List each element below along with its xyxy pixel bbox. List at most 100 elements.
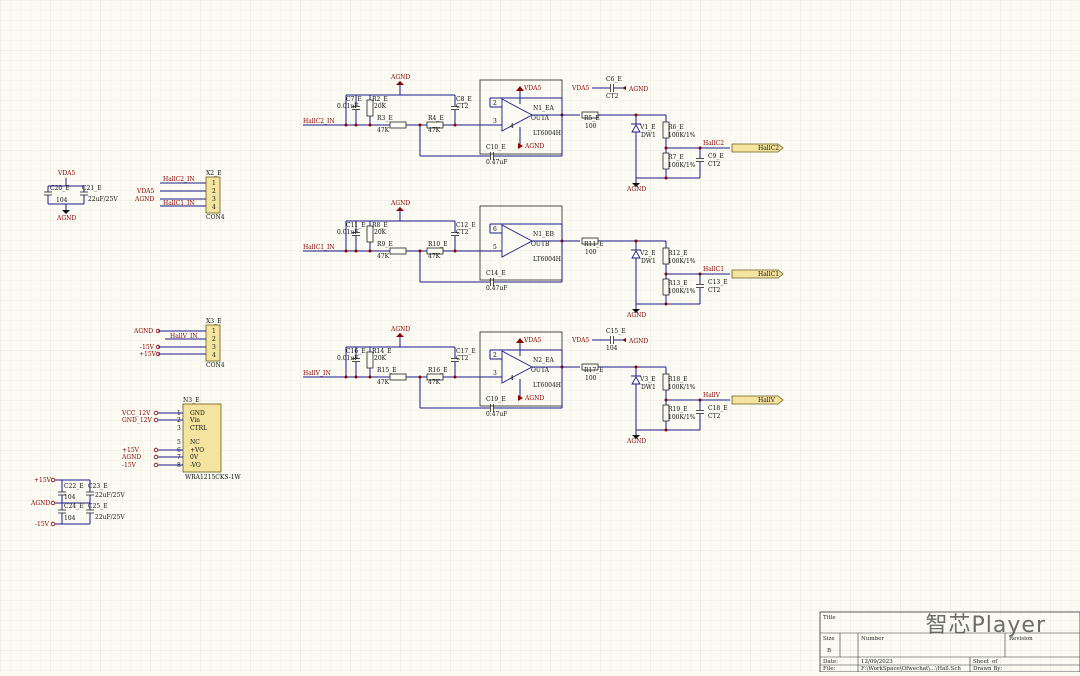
res-r3 — [389, 121, 407, 129]
opamp-ref: N1_EA — [533, 105, 554, 112]
x2-ref: X2_E — [206, 170, 221, 177]
cap-ct2-value: CT2 — [456, 103, 469, 110]
n3-net-label: +15V — [122, 447, 140, 454]
c22-value: 104 — [64, 494, 76, 501]
diode-ref: V3_E — [639, 376, 656, 383]
opamp-out-pin-label: OUTB — [531, 241, 550, 248]
res-bottom-value: 100K/1% — [668, 288, 696, 295]
junction-dot — [344, 249, 348, 253]
cap-filter-value: 0.01uF — [337, 103, 358, 110]
cap-bottom-value: 0.47uF — [486, 159, 507, 166]
dec-agnd-label: AGND — [628, 338, 648, 345]
res-top-value: 100K/1% — [668, 384, 696, 391]
res-series-value: 100 — [585, 249, 597, 256]
res-bottom-ref: R19_E — [668, 406, 688, 413]
c24-ref: C24_E — [64, 503, 84, 510]
cap-ct2-ref: C17_E — [456, 348, 476, 355]
c24-value: 104 — [64, 515, 76, 522]
junction-dot — [354, 375, 358, 379]
opamp-part: LT6004H — [533, 130, 561, 137]
junction-dot — [453, 375, 457, 379]
opamp-out-pin-label: OUTA — [531, 367, 550, 374]
n3-pin-name: CTRL — [190, 425, 207, 432]
opamp-pin-gnd: 4 — [510, 375, 514, 382]
net-label-minus15v: -15V — [35, 521, 50, 528]
title-label: Title — [823, 615, 836, 621]
net-label-plus15v: +15V — [34, 477, 52, 484]
junction-dot — [368, 123, 372, 127]
junction-dot — [634, 365, 638, 369]
res-top-ref: R6_E — [668, 124, 684, 131]
res-r4-value: 47K — [428, 253, 441, 260]
x3-pin-3: 3 — [212, 344, 216, 351]
res-top-value: 100K/1% — [668, 258, 696, 265]
res-series-ref: R17_E — [584, 367, 604, 374]
x2-pin-2: 2 — [212, 188, 216, 195]
junction-dot — [368, 249, 372, 253]
input-port-label: HallV_IN — [303, 370, 331, 377]
agnd-output-label: AGND — [626, 438, 646, 445]
junction-dot — [418, 123, 422, 127]
opamp-part: LT6004H — [533, 256, 561, 263]
output-port-label: HallC2 — [758, 145, 779, 152]
x3-pin-2: 2 — [212, 336, 216, 343]
res-input-ref: R14_E — [372, 348, 392, 355]
res-input-value: 20K — [374, 229, 387, 236]
c22-ref: C22_E — [64, 483, 84, 490]
input-port-label: HallC1_IN — [303, 244, 335, 251]
file-label: File: — [823, 666, 836, 672]
res-r3-value: 47K — [377, 379, 390, 386]
res-input-value: 20K — [374, 103, 387, 110]
res-bottom-ref: R7_E — [668, 154, 684, 161]
cap-ct2-value: CT2 — [456, 355, 469, 362]
res-bottom-value: 100K/1% — [668, 162, 696, 169]
junction-dot — [453, 249, 457, 253]
n3-net-label: AGND — [121, 454, 141, 461]
junction-dot — [344, 123, 348, 127]
cap-bottom-value: 0.47uF — [486, 285, 507, 292]
diode-ref: V1_E — [639, 124, 656, 131]
cap-output-value: CT2 — [708, 161, 721, 168]
res-top-ref: R12_E — [668, 250, 688, 257]
opamp-pin-inv: 2 — [493, 352, 497, 359]
opamp-pin-inv: 6 — [493, 226, 497, 233]
res-bottom-value: 100K/1% — [668, 414, 696, 421]
c21-value: 22uF/25V — [88, 196, 118, 203]
cap-output-ref: C13_E — [708, 279, 728, 286]
junction-dot — [664, 302, 668, 306]
dec-ref: C15_E — [606, 328, 626, 335]
diode-ref: V2_E — [639, 250, 656, 257]
opamp-part: LT6004H — [533, 382, 561, 389]
res-r3-value: 47K — [377, 127, 390, 134]
dec-ref: C6_E — [606, 76, 622, 83]
size-label: Size — [823, 636, 835, 642]
output-net-label: HallV — [703, 392, 721, 399]
res-input-value: 20K — [374, 355, 387, 362]
agnd-top-label: AGND — [390, 74, 410, 81]
junction-dot — [418, 249, 422, 253]
cap-filter-value: 0.01uF — [337, 355, 358, 362]
output-net-label: HallC2 — [703, 140, 724, 147]
cap-ct2-ref: C12_E — [456, 222, 476, 229]
c25-ref: C25_E — [88, 503, 108, 510]
cap-filter-ref: C16_E — [346, 348, 366, 355]
n3-pin-number: 5 — [177, 439, 181, 446]
res-r4-ref: R10_E — [428, 241, 448, 248]
schematic-sheet: HallC2_IN AGND C7_E 0.01uF R2_E 20K R3_E 47K R4_… — [0, 0, 1080, 673]
schematic-canvas: HallC2_INAGNDC7_E0.01uFR2_E20KR3_E47KR4_… — [0, 0, 1080, 673]
date-label: Date: — [823, 659, 838, 665]
grid-background — [0, 0, 1080, 672]
diode-value: DW1 — [641, 132, 656, 139]
cap-filter-ref: C11_E — [346, 222, 366, 229]
res-r3-ref: R3_E — [377, 115, 393, 122]
junction-dot — [453, 123, 457, 127]
output-port-label: HallV — [758, 397, 776, 404]
x3-ref: X3_E — [206, 318, 221, 325]
res-top-value: 100K/1% — [668, 132, 696, 139]
junction-dot — [634, 113, 638, 117]
res-input-ref: R8_E — [372, 222, 388, 229]
dec-supply-label: VDA5 — [571, 337, 589, 344]
opamp-pin-noninv: 5 — [493, 244, 497, 251]
c25-value: 22uF/25V — [95, 514, 125, 521]
sheet-label: Sheet — [973, 659, 990, 665]
